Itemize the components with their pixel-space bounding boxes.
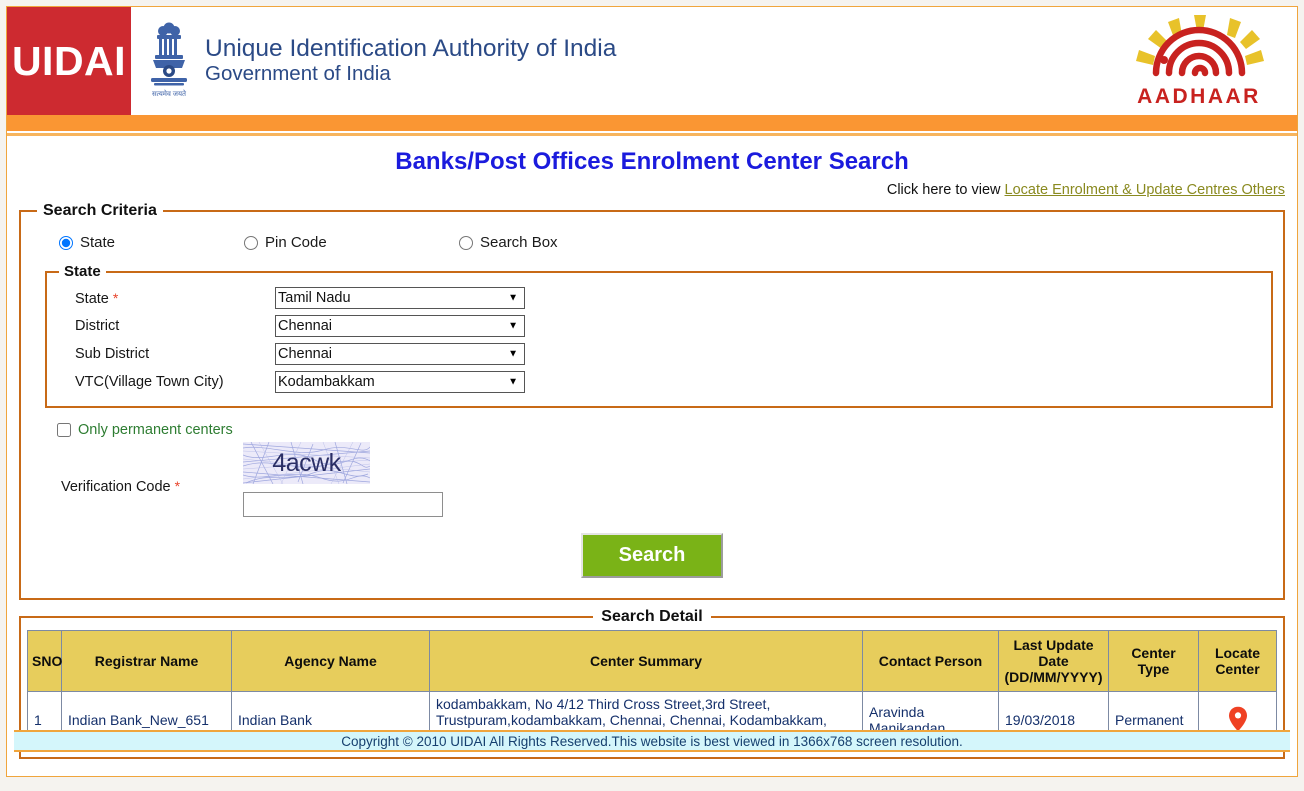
column-header-last-update-date: Last Update Date (DD/MM/YYYY) <box>998 630 1109 692</box>
svg-text:सत्यमेव जयते: सत्यमेव जयते <box>152 89 187 98</box>
verification-required-asterisk: * <box>174 478 181 494</box>
sub-district-select-wrap: Chennai ▼ <box>275 343 525 365</box>
only-permanent-centers-checkbox[interactable] <box>57 423 71 437</box>
search-mode-radio-group: State Pin Code Search Box <box>31 226 1273 255</box>
uidai-logo: UIDAI <box>7 7 131 115</box>
only-permanent-centers-label: Only permanent centers <box>78 422 233 438</box>
column-header-center-type: Center Type <box>1108 630 1199 692</box>
vtc-select[interactable]: Kodambakkam <box>275 371 525 393</box>
radio-label-search-box: Search Box <box>480 234 558 251</box>
sub-district-label: Sub District <box>75 346 150 362</box>
verification-code-row: Verification Code * 4acwk <box>31 438 1273 517</box>
ashoka-emblem-icon: सत्यमेव जयते <box>131 7 199 115</box>
verification-code-input[interactable] <box>243 492 443 517</box>
pin-code-radio[interactable] <box>244 235 258 250</box>
radio-label-state: State <box>80 234 116 251</box>
column-header-center-summary: Center Summary <box>429 630 863 692</box>
state-select-wrap: Tamil Nadu ▼ <box>275 287 525 309</box>
column-header-locate-center: Locate Center <box>1198 630 1277 692</box>
radio-option-state[interactable]: State <box>59 234 244 251</box>
last-update-line-2: Date <box>1038 653 1069 669</box>
verification-code-label-text: Verification Code <box>61 479 171 495</box>
locate-center-line-1: Locate <box>1214 645 1261 661</box>
state-required-asterisk: * <box>112 289 119 306</box>
field-row-sub-district: Sub District Chennai ▼ <box>55 340 1263 368</box>
district-select[interactable]: Chennai <box>275 315 525 337</box>
locate-center-line-2: Center <box>1215 661 1260 677</box>
organisation-name: Unique Identification Authority of India… <box>199 7 616 115</box>
header-spacer <box>616 7 1111 115</box>
vtc-label: VTC(Village Town City) <box>75 374 224 390</box>
uidai-logo-text: UIDAI <box>11 37 127 84</box>
state-label: State * <box>75 290 275 307</box>
field-row-vtc: VTC(Village Town City) Kodambakkam ▼ <box>55 368 1263 396</box>
column-header-agency-name: Agency Name <box>231 630 430 692</box>
org-line-1: Unique Identification Authority of India <box>205 34 617 62</box>
search-box-radio[interactable] <box>459 235 473 250</box>
site-header: UIDAI सत्यमेव जयते Unique Identification… <box>7 7 1297 115</box>
title-area: Banks/Post Offices Enrolment Center Sear… <box>7 136 1297 198</box>
search-detail-legend: Search Detail <box>601 608 703 625</box>
field-row-district: District Chennai ▼ <box>55 312 1263 340</box>
district-label: District <box>75 318 120 334</box>
click-here-label: Click here to view <box>886 182 1005 198</box>
aadhaar-fingerprint-sun-icon <box>1124 13 1274 93</box>
radio-option-pin-code[interactable]: Pin Code <box>244 234 459 251</box>
locate-centres-line: Click here to view Locate Enrolment & Up… <box>7 182 1297 198</box>
field-row-state: State * Tamil Nadu ▼ <box>55 284 1263 312</box>
aadhaar-logo: AADHAAR <box>1111 7 1297 115</box>
column-header-sno: SNO <box>27 630 62 692</box>
search-button[interactable]: Search <box>580 533 724 578</box>
center-type-line-2: Type <box>1137 661 1170 677</box>
search-criteria-fieldset: Search Criteria State Pin Code Search Bo… <box>19 202 1285 600</box>
footer-copyright-text: Copyright © 2010 UIDAI All Rights Reserv… <box>341 733 963 749</box>
last-update-line-1: Last Update <box>1013 637 1094 653</box>
captcha-column: 4acwk <box>243 442 443 517</box>
only-permanent-centers-row[interactable]: Only permanent centers <box>31 408 1273 438</box>
column-header-contact-person: Contact Person <box>862 630 999 692</box>
page-title: Banks/Post Offices Enrolment Center Sear… <box>395 148 909 175</box>
vtc-select-wrap: Kodambakkam ▼ <box>275 371 525 393</box>
captcha-image: 4acwk <box>243 442 370 484</box>
table-header-row: SNO Registrar Name Agency Name Center Su… <box>27 630 1277 692</box>
state-panel-fieldset: State State * Tamil Nadu ▼ District Chen… <box>45 263 1273 408</box>
last-update-line-3: (DD/MM/YYYY) <box>1004 669 1103 685</box>
state-select[interactable]: Tamil Nadu <box>275 287 525 309</box>
state-radio[interactable] <box>59 235 73 250</box>
center-type-line-1: Center <box>1131 645 1176 661</box>
district-select-wrap: Chennai ▼ <box>275 315 525 337</box>
state-panel-legend: State <box>64 263 101 280</box>
page-root: UIDAI सत्यमेव जयते Unique Identification… <box>0 0 1304 791</box>
radio-option-search-box[interactable]: Search Box <box>459 234 558 251</box>
footer: Copyright © 2010 UIDAI All Rights Reserv… <box>14 730 1290 752</box>
org-line-2: Government of India <box>205 62 391 86</box>
header-orange-bar <box>7 115 1297 133</box>
search-criteria-legend: Search Criteria <box>43 202 157 219</box>
page-frame: UIDAI सत्यमेव जयते Unique Identification… <box>6 6 1298 777</box>
verification-code-label: Verification Code * <box>31 442 243 495</box>
locate-enrolment-update-centres-link[interactable]: Locate Enrolment & Update Centres Others <box>1005 182 1285 198</box>
sub-district-select[interactable]: Chennai <box>275 343 525 365</box>
radio-label-pin-code: Pin Code <box>265 234 327 251</box>
state-label-text: State <box>75 290 109 307</box>
captcha-text: 4acwk <box>272 448 341 477</box>
search-button-row: Search <box>31 517 1273 588</box>
column-header-registrar-name: Registrar Name <box>61 630 232 692</box>
